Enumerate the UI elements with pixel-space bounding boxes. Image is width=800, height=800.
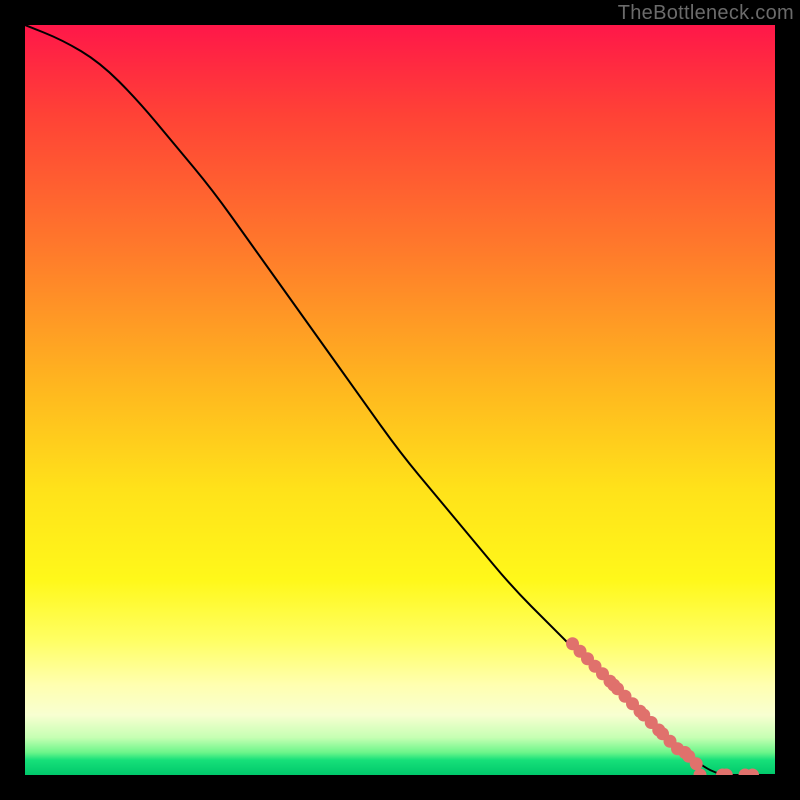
highlight-point bbox=[690, 757, 703, 770]
watermark-text: TheBottleneck.com bbox=[618, 2, 794, 25]
curve-line bbox=[25, 25, 775, 775]
highlight-scatter bbox=[566, 637, 759, 775]
chart-svg bbox=[25, 25, 775, 775]
chart-frame: TheBottleneck.com bbox=[0, 0, 800, 800]
plot-area bbox=[25, 25, 775, 775]
